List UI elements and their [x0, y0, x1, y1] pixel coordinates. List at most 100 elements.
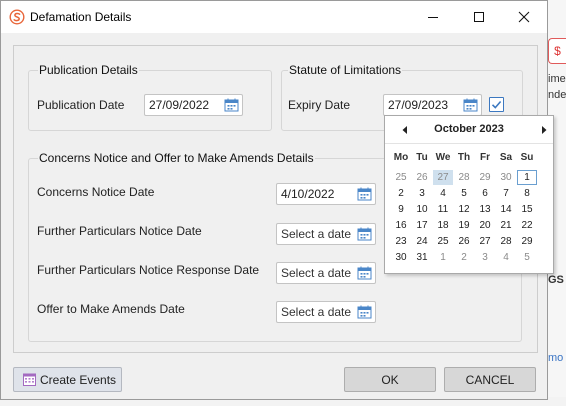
- calendar-day[interactable]: 4: [496, 250, 516, 265]
- create-events-label: Create Events: [40, 372, 117, 387]
- calendar-day[interactable]: 8: [517, 186, 537, 201]
- background-link: mo: [548, 352, 564, 364]
- calendar-day[interactable]: 7: [496, 186, 516, 201]
- calendar-day[interactable]: 16: [391, 218, 411, 233]
- maximize-icon: [474, 12, 484, 22]
- calendar-day[interactable]: 28: [454, 170, 474, 185]
- expiry-date-input[interactable]: 27/09/2023: [383, 94, 482, 116]
- calendar-day[interactable]: 27: [433, 170, 453, 185]
- calendar-day[interactable]: 1: [433, 250, 453, 265]
- calendar-day[interactable]: 13: [475, 202, 495, 217]
- calendar-weekday-label: Th: [457, 152, 471, 163]
- calendar-weekday-label: Tu: [416, 152, 428, 163]
- background-text: nde: [548, 89, 566, 101]
- expiry-date-label: Expiry Date: [288, 98, 351, 112]
- calendar-day[interactable]: 4: [433, 186, 453, 201]
- calendar-day[interactable]: 3: [412, 186, 432, 201]
- minimize-button[interactable]: [410, 1, 456, 33]
- calendar-day[interactable]: 15: [517, 202, 537, 217]
- calendar-day[interactable]: 26: [412, 170, 432, 185]
- calendar-day[interactable]: 29: [475, 170, 495, 185]
- calendar-day[interactable]: 28: [496, 234, 516, 249]
- calendar-day[interactable]: 30: [496, 170, 516, 185]
- calendar-day[interactable]: 25: [391, 170, 411, 185]
- concerns-notice-title: Concerns Notice and Offer to Make Amends…: [38, 151, 315, 165]
- calendar-day[interactable]: 10: [412, 202, 432, 217]
- calendar-day[interactable]: 14: [496, 202, 516, 217]
- calendar-icon[interactable]: [463, 98, 478, 112]
- further-particulars-response-date-label: Further Particulars Notice Response Date: [37, 263, 260, 277]
- calendar-day[interactable]: 1: [517, 170, 537, 185]
- calendar-day[interactable]: 9: [391, 202, 411, 217]
- calendar-day[interactable]: 17: [412, 218, 432, 233]
- calendar-icon[interactable]: [357, 187, 372, 201]
- offer-to-make-amends-date-input[interactable]: Select a date: [276, 301, 376, 323]
- maximize-button[interactable]: [456, 1, 502, 33]
- cancel-label: CANCEL: [465, 372, 515, 387]
- minimize-icon: [428, 17, 438, 18]
- checkmark-icon: [491, 100, 502, 109]
- background-text: GS: [548, 274, 564, 286]
- calendar-grid-icon: [23, 373, 36, 386]
- calendar-day[interactable]: 31: [412, 250, 432, 265]
- expiry-date-checkbox[interactable]: [489, 97, 504, 112]
- calendar-icon[interactable]: [357, 266, 372, 280]
- calendar-day[interactable]: 20: [475, 218, 495, 233]
- dollar-badge-icon: $: [548, 38, 566, 64]
- further-particulars-response-date-input[interactable]: Select a date: [276, 262, 376, 284]
- cancel-button[interactable]: CANCEL: [444, 367, 536, 392]
- calendar-icon[interactable]: [357, 227, 372, 241]
- calendar-day[interactable]: 5: [517, 250, 537, 265]
- calendar-day[interactable]: 12: [454, 202, 474, 217]
- date-placeholder: Select a date: [281, 266, 352, 280]
- create-events-button[interactable]: Create Events: [13, 367, 122, 392]
- calendar-weekday-label: Sa: [499, 152, 513, 163]
- concerns-notice-date-input[interactable]: 4/10/2022: [276, 183, 376, 205]
- further-particulars-notice-date-label: Further Particulars Notice Date: [37, 224, 202, 238]
- calendar-day[interactable]: 25: [433, 234, 453, 249]
- calendar-weekday-label: Mo: [393, 152, 409, 163]
- calendar-day[interactable]: 11: [433, 202, 453, 217]
- ok-button[interactable]: OK: [344, 367, 436, 392]
- calendar-day[interactable]: 22: [517, 218, 537, 233]
- expiry-date-value: 27/09/2023: [388, 98, 449, 112]
- close-icon: [518, 11, 530, 23]
- calendar-icon[interactable]: [357, 305, 372, 319]
- title-bar: Defamation Details: [1, 1, 547, 33]
- calendar-day[interactable]: 29: [517, 234, 537, 249]
- calendar-day[interactable]: 18: [433, 218, 453, 233]
- calendar-day[interactable]: 24: [412, 234, 432, 249]
- calendar-day[interactable]: 2: [391, 186, 411, 201]
- calendar-icon[interactable]: [224, 98, 239, 112]
- next-month-icon[interactable]: [539, 125, 549, 135]
- concerns-notice-date-value: 4/10/2022: [281, 187, 335, 201]
- calendar-day[interactable]: 5: [454, 186, 474, 201]
- calendar-day[interactable]: 26: [454, 234, 474, 249]
- calendar-day[interactable]: 3: [475, 250, 495, 265]
- calendar-day[interactable]: 2: [454, 250, 474, 265]
- statute-of-limitations-title: Statute of Limitations: [288, 63, 403, 77]
- concerns-notice-date-label: Concerns Notice Date: [37, 185, 155, 199]
- calendar-day[interactable]: 30: [391, 250, 411, 265]
- calendar-day[interactable]: 19: [454, 218, 474, 233]
- calendar-weekday-label: We: [435, 152, 451, 163]
- publication-details-title: Publication Details: [38, 63, 139, 77]
- calendar-day[interactable]: 6: [475, 186, 495, 201]
- window-title: Defamation Details: [30, 10, 132, 24]
- calendar-day[interactable]: 27: [475, 234, 495, 249]
- calendar-divider: [385, 143, 553, 144]
- calendar-day[interactable]: 21: [496, 218, 516, 233]
- calendar-header: October 2023: [385, 116, 553, 144]
- calendar-day[interactable]: 23: [391, 234, 411, 249]
- close-button[interactable]: [501, 1, 547, 33]
- offer-to-make-amends-date-label: Offer to Make Amends Date: [37, 302, 185, 316]
- background-text: ime: [548, 73, 566, 85]
- further-particulars-notice-date-input[interactable]: Select a date: [276, 223, 376, 245]
- calendar-month-label[interactable]: October 2023: [385, 123, 553, 135]
- publication-date-value: 27/09/2022: [149, 98, 210, 112]
- date-placeholder: Select a date: [281, 227, 352, 241]
- app-logo-icon: [9, 9, 25, 25]
- ok-label: OK: [381, 372, 399, 387]
- publication-date-input[interactable]: 27/09/2022: [144, 94, 243, 116]
- expiry-date-calendar-popup: October 2023 Mo Tu We Th Fr Sa Su 25 26 27 28 29 30 1…: [384, 115, 554, 274]
